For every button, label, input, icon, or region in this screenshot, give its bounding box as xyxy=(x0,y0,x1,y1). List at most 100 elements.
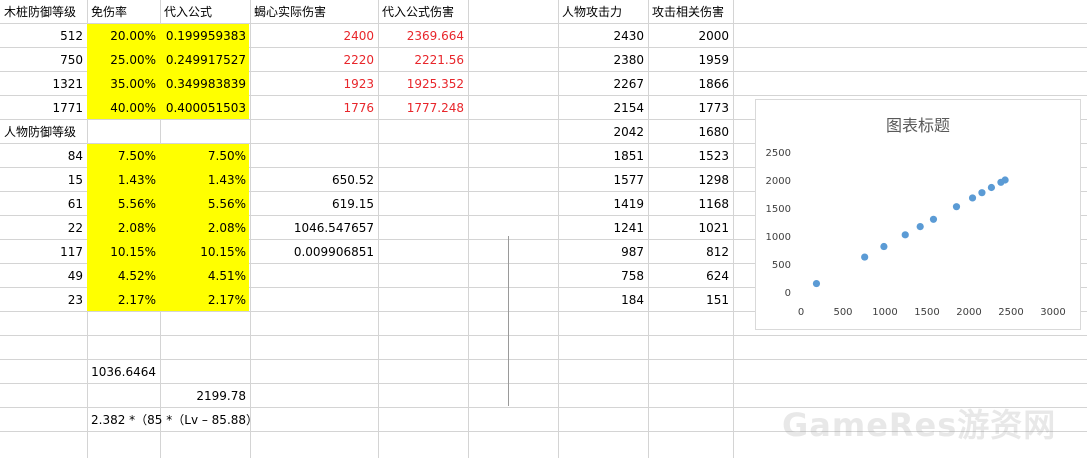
scatter-point xyxy=(978,189,986,197)
scatter-point xyxy=(997,178,1005,186)
attack-damage-cell[interactable]: 1021 xyxy=(648,216,733,240)
formula-damage-cell[interactable]: 1777.248 xyxy=(378,96,468,120)
formula-cell[interactable]: 2.08% xyxy=(160,216,250,240)
attack-cell[interactable]: 2430 xyxy=(558,24,648,48)
grid-hline xyxy=(0,335,1087,336)
y-tick-label: 1500 xyxy=(766,204,791,215)
formula-cell[interactable]: 5.56% xyxy=(160,192,250,216)
formula-cell[interactable]: 10.15% xyxy=(160,240,250,264)
attack-damage-cell[interactable]: 1523 xyxy=(648,144,733,168)
x-tick-label: 2500 xyxy=(998,307,1023,318)
reduction-cell[interactable]: 4.52% xyxy=(87,264,160,288)
header-cell[interactable]: 攻击相关伤害 xyxy=(648,0,733,24)
actual-damage-cell[interactable]: 2400 xyxy=(250,24,378,48)
watermark-text: GameRes游资网 xyxy=(782,406,1057,444)
formula-damage-cell[interactable]: 2221.56 xyxy=(378,48,468,72)
x-tick-label: 2000 xyxy=(956,307,981,318)
value-cell[interactable]: 650.52 xyxy=(250,168,378,192)
scatter-chart[interactable]: 图表标题 0 500 1000 1500 2000 2500 0 500 1000 1500 200… xyxy=(755,99,1081,330)
char-defense-cell[interactable]: 15 xyxy=(0,168,87,192)
char-defense-cell[interactable]: 117 xyxy=(0,240,87,264)
reduction-cell[interactable]: 7.50% xyxy=(87,144,160,168)
attack-cell[interactable]: 1577 xyxy=(558,168,648,192)
attack-cell[interactable]: 1419 xyxy=(558,192,648,216)
formula-cell[interactable]: 0.400051503 xyxy=(160,96,250,120)
attack-cell[interactable]: 2154 xyxy=(558,96,648,120)
chart-plot: 0 500 1000 1500 2000 2500 0 500 1000 1500 2000 2500… xyxy=(766,148,1066,318)
char-defense-cell[interactable]: 23 xyxy=(0,288,87,312)
char-defense-cell[interactable]: 22 xyxy=(0,216,87,240)
reduction-cell[interactable]: 1.43% xyxy=(87,168,160,192)
y-tick-label: 0 xyxy=(785,288,791,299)
value-cell[interactable]: 1036.6464 xyxy=(87,360,160,384)
attack-damage-cell[interactable]: 1680 xyxy=(648,120,733,144)
attack-cell[interactable]: 184 xyxy=(558,288,648,312)
header-cell[interactable]: 代入公式伤害 xyxy=(378,0,468,24)
attack-damage-cell[interactable]: 1773 xyxy=(648,96,733,120)
reduction-cell[interactable]: 10.15% xyxy=(87,240,160,264)
reduction-cell[interactable]: 2.08% xyxy=(87,216,160,240)
y-tick-label: 2500 xyxy=(766,148,791,159)
scatter-point xyxy=(952,203,961,211)
attack-cell[interactable]: 2267 xyxy=(558,72,648,96)
reduction-cell[interactable]: 40.00% xyxy=(87,96,160,120)
actual-damage-cell[interactable]: 1776 xyxy=(250,96,378,120)
scatter-point xyxy=(987,183,996,192)
attack-damage-cell[interactable]: 1298 xyxy=(648,168,733,192)
header-cell[interactable]: 蝎心实际伤害 xyxy=(250,0,378,24)
value-cell[interactable]: 0.009906851 xyxy=(250,240,378,264)
attack-damage-cell[interactable]: 624 xyxy=(648,264,733,288)
value-cell[interactable]: 1046.547657 xyxy=(250,216,378,240)
attack-damage-cell[interactable]: 2000 xyxy=(648,24,733,48)
attack-cell[interactable]: 1241 xyxy=(558,216,648,240)
wood-defense-cell[interactable]: 1321 xyxy=(0,72,87,96)
wood-defense-cell[interactable]: 512 xyxy=(0,24,87,48)
formula-cell[interactable]: 0.249917527 xyxy=(160,48,250,72)
x-tick-label: 0 xyxy=(798,307,804,318)
char-defense-cell[interactable]: 49 xyxy=(0,264,87,288)
formula-damage-cell[interactable]: 1925.352 xyxy=(378,72,468,96)
attack-damage-cell[interactable]: 151 xyxy=(648,288,733,312)
attack-damage-cell[interactable]: 812 xyxy=(648,240,733,264)
wood-defense-cell[interactable]: 1771 xyxy=(0,96,87,120)
formula-cell[interactable]: 0.349983839 xyxy=(160,72,250,96)
formula-cell[interactable]: 1.43% xyxy=(160,168,250,192)
char-defense-cell[interactable]: 84 xyxy=(0,144,87,168)
grid-hline xyxy=(0,359,1087,360)
reduction-cell[interactable]: 5.56% xyxy=(87,192,160,216)
reduction-cell[interactable]: 25.00% xyxy=(87,48,160,72)
header-cell[interactable]: 代入公式 xyxy=(160,0,250,24)
formula-text-cell[interactable]: 2.382 *（85 *（Lv – 85.88） xyxy=(87,408,258,432)
attack-damage-cell[interactable]: 1168 xyxy=(648,192,733,216)
attack-damage-cell[interactable]: 1959 xyxy=(648,48,733,72)
attack-cell[interactable]: 758 xyxy=(558,264,648,288)
formula-cell[interactable]: 2.17% xyxy=(160,288,250,312)
reduction-cell[interactable]: 35.00% xyxy=(87,72,160,96)
header-cell[interactable]: 免伤率 xyxy=(87,0,160,24)
formula-cell[interactable]: 7.50% xyxy=(160,144,250,168)
x-tick-label: 1000 xyxy=(872,307,897,318)
header-cell[interactable]: 人物攻击力 xyxy=(558,0,648,24)
reduction-cell[interactable]: 2.17% xyxy=(87,288,160,312)
scatter-point xyxy=(916,222,924,231)
wood-defense-cell[interactable]: 750 xyxy=(0,48,87,72)
attack-cell[interactable]: 987 xyxy=(558,240,648,264)
actual-damage-cell[interactable]: 1923 xyxy=(250,72,378,96)
value-cell[interactable]: 619.15 xyxy=(250,192,378,216)
char-defense-cell[interactable]: 61 xyxy=(0,192,87,216)
char-defense-label[interactable]: 人物防御等级 xyxy=(0,120,87,144)
reduction-cell[interactable]: 20.00% xyxy=(87,24,160,48)
attack-cell[interactable]: 2042 xyxy=(558,120,648,144)
formula-cell[interactable]: 0.199959383 xyxy=(160,24,250,48)
x-tick-label: 3000 xyxy=(1040,307,1065,318)
attack-cell[interactable]: 2380 xyxy=(558,48,648,72)
attack-cell[interactable]: 1851 xyxy=(558,144,648,168)
header-cell[interactable]: 木桩防御等级 xyxy=(0,0,87,24)
formula-cell[interactable]: 4.51% xyxy=(160,264,250,288)
value-cell[interactable]: 2199.78 xyxy=(160,384,250,408)
scatter-point xyxy=(880,242,888,251)
attack-damage-cell[interactable]: 1866 xyxy=(648,72,733,96)
actual-damage-cell[interactable]: 2220 xyxy=(250,48,378,72)
formula-damage-cell[interactable]: 2369.664 xyxy=(378,24,468,48)
x-tick-label: 1500 xyxy=(914,307,939,318)
